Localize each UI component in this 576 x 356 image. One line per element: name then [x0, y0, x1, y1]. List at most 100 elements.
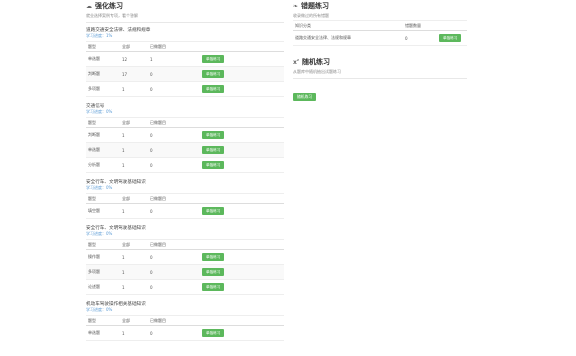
col-header-count: 错题数量 [403, 20, 437, 31]
question-type: 填空题 [86, 203, 120, 219]
cloud-icon: ☁ [86, 2, 92, 10]
done-count: 0 [148, 249, 200, 265]
right-column: ❧ 错题练习 收录做过的所有错题 知识分类 错题数量 道路交通安全法律、法规和规… [293, 0, 467, 102]
practice-button[interactable]: 单独练习 [202, 55, 225, 63]
practice-button[interactable]: 单独练习 [202, 131, 225, 139]
col-header-done: 已做题目 [148, 193, 200, 204]
done-count: 0 [148, 264, 200, 280]
col-header-total: 全部 [120, 193, 148, 204]
col-header-type: 题型 [86, 315, 120, 326]
random-practice-header: x2 随机练习 [293, 57, 467, 67]
practice-button[interactable]: 单独练习 [202, 161, 225, 169]
col-header-action [200, 315, 284, 326]
wrong-practice-desc: 收录做过的所有错题 [293, 13, 329, 18]
random-icon: x2 [293, 58, 299, 66]
random-practice-title: 随机练习 [301, 58, 330, 66]
col-header-total: 全部 [120, 239, 148, 250]
question-type: 操作题 [86, 249, 120, 265]
progress-text: 学习进度：0% [86, 307, 113, 312]
done-count: 0 [148, 157, 200, 173]
done-count: 0 [148, 325, 200, 341]
table-row: 道路交通安全法律、法规和规章 0 单独练习 [293, 30, 467, 46]
table-row: 分析题 1 0 单独练习 [86, 157, 284, 173]
topic-table: 题型 全部 已做题目 填空题 1 0 单独练习 [86, 193, 284, 219]
total-count: 1 [120, 81, 148, 97]
topic-table: 题型 全部 已做题目 操作题 1 0 单独练习 多项题 1 0 单独练习 论述题 1 0 单独练习 [86, 239, 284, 295]
total-count: 1 [120, 157, 148, 173]
table-row: 判断题 17 0 单独练习 [86, 66, 284, 82]
total-count: 12 [120, 51, 148, 67]
done-count: 0 [148, 142, 200, 158]
table-row: 论述题 1 0 单独练习 [86, 279, 284, 295]
practice-button[interactable]: 单独练习 [202, 283, 225, 291]
col-header-action [200, 117, 284, 128]
topic-table: 题型 全部 已做题目 判断题 1 0 单独练习 单选题 1 0 单独练习 分析题 1 0 单独练习 [86, 117, 284, 173]
leaf-icon: ❧ [293, 2, 299, 10]
col-header-total: 全部 [120, 315, 148, 326]
question-type: 单选题 [86, 325, 120, 341]
table-row: 操作题 1 0 单独练习 [86, 249, 284, 265]
random-practice-button[interactable]: 随机练习 [293, 92, 317, 102]
intensive-practice-title: 强化练习 [95, 2, 123, 10]
random-practice-desc: 从题库中随机抽出试题练习 [293, 69, 341, 74]
col-header-total: 全部 [120, 117, 148, 128]
done-count: 0 [148, 66, 200, 82]
practice-button[interactable]: 单独练习 [202, 268, 225, 276]
practice-button[interactable]: 单独练习 [202, 329, 225, 337]
col-header-category: 知识分类 [293, 20, 403, 31]
question-type: 多项题 [86, 264, 120, 280]
done-count: 0 [148, 81, 200, 97]
question-type: 单选题 [86, 142, 120, 158]
progress-text: 学习进度：0% [86, 109, 113, 114]
table-row: 填空题 1 0 单独练习 [86, 203, 284, 219]
progress-text: 学习进度：1% [86, 33, 113, 38]
topic-table: 题型 全部 已做题目 单选题 1 0 单独练习 [86, 315, 284, 341]
total-count: 1 [120, 127, 148, 143]
total-count: 1 [120, 264, 148, 280]
done-count: 0 [148, 203, 200, 219]
question-type: 论述题 [86, 279, 120, 295]
question-type: 分析题 [86, 157, 120, 173]
left-column: ☁ 强化练习 就业选择案例专项，看个答解 道路交通安全法律、法规和规章 学习进度：… [86, 0, 284, 347]
col-header-done: 已做题目 [148, 41, 200, 52]
wrong-practice-button[interactable]: 单独练习 [439, 34, 462, 42]
practice-button[interactable]: 单独练习 [202, 253, 225, 261]
col-header-done: 已做题目 [148, 315, 200, 326]
total-count: 1 [120, 203, 148, 219]
topic-section: 交通信号 学习进度：0% 题型 全部 已做题目 判断题 1 0 单独练习 单选题 1 0 单独练习 分析题… [86, 103, 284, 173]
topic-section: 道路交通安全法律、法规和规章 学习进度：1% 题型 全部 已做题目 单选题 12 1 单独练习判… [86, 27, 284, 97]
table-row: 判断题 1 0 单独练习 [86, 127, 284, 143]
practice-button[interactable]: 单独练习 [202, 70, 225, 78]
table-row: 单选题 1 0 单独练习 [86, 325, 284, 341]
col-header-type: 题型 [86, 193, 120, 204]
divider [293, 78, 467, 79]
done-count: 1 [148, 51, 200, 67]
col-header-done: 已做题目 [148, 239, 200, 250]
total-count: 1 [120, 325, 148, 341]
question-type: 判断题 [86, 66, 120, 82]
question-type: 判断题 [86, 127, 120, 143]
col-header-done: 已做题目 [148, 117, 200, 128]
col-header-type: 题型 [86, 239, 120, 250]
wrong-practice-title: 错题练习 [301, 2, 330, 10]
intensive-practice-desc: 就业选择案例专项，看个答解 [86, 13, 138, 18]
topic-section: 安全行车、文明驾驶基础知识 学习进度：0% 题型 全部 已做题目 操作题 1 0 单独练习 多项题… [86, 225, 284, 295]
practice-button[interactable]: 单独练习 [202, 207, 225, 215]
col-header-action [200, 193, 284, 204]
col-header-type: 题型 [86, 117, 120, 128]
topic-sections: 道路交通安全法律、法规和规章 学习进度：1% 题型 全部 已做题目 单选题 12 1 单独练习判… [86, 27, 284, 341]
question-type: 多项题 [86, 81, 120, 97]
col-header-type: 题型 [86, 41, 120, 52]
question-type: 单选题 [86, 51, 120, 67]
wrong-table: 知识分类 错题数量 道路交通安全法律、法规和规章 0 单独练习 [293, 20, 467, 46]
practice-button[interactable]: 单独练习 [202, 85, 225, 93]
intensive-practice-header: ☁ 强化练习 [86, 1, 284, 11]
wrong-count: 0 [403, 30, 437, 46]
practice-button[interactable]: 单独练习 [202, 146, 225, 154]
table-row: 单选题 1 0 单独练习 [86, 142, 284, 158]
total-count: 1 [120, 142, 148, 158]
divider [86, 22, 284, 23]
total-count: 17 [120, 66, 148, 82]
col-header-action [200, 41, 284, 52]
done-count: 0 [148, 127, 200, 143]
